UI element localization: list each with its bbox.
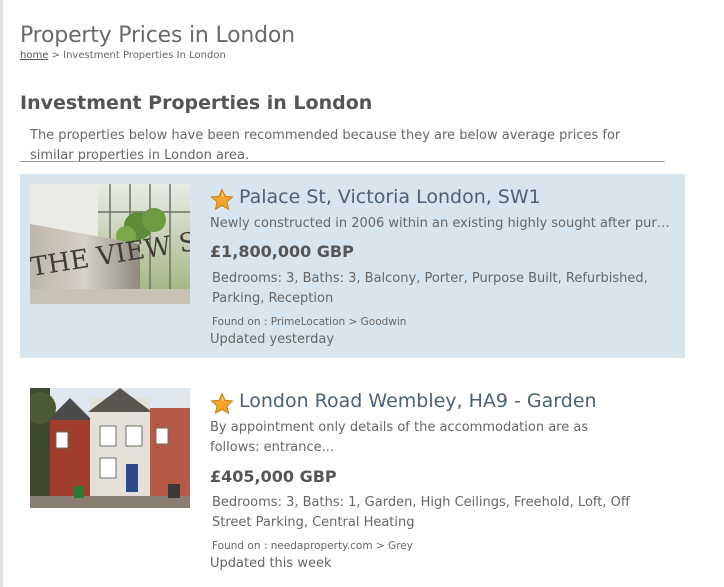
listing-description: Newly constructed in 2006 within an exis… (210, 216, 675, 231)
page-title: Property Prices in London (20, 22, 295, 48)
breadcrumb-current: Investment Properties In London (63, 50, 226, 61)
listing-item[interactable]: London Road Wembley, HA9 - Garden By app… (20, 378, 685, 587)
intro-text: The properties below have been recommend… (30, 128, 621, 163)
section-title: Investment Properties in London (20, 91, 373, 114)
listing-title[interactable]: Palace St, Victoria London, SW1 (239, 186, 541, 208)
listing-updated: Updated yesterday (210, 332, 335, 347)
listing-photo[interactable]: THE VIEW SW1 (30, 184, 190, 304)
page-left-border (0, 0, 3, 587)
star-icon[interactable] (210, 188, 234, 212)
star-icon[interactable] (210, 392, 234, 416)
breadcrumb-home-link[interactable]: home (20, 50, 48, 61)
divider (20, 161, 665, 162)
listing-price: £405,000 GBP (210, 467, 337, 486)
listing-features: Bedrooms: 3, Baths: 1, Garden, High Ceil… (212, 495, 630, 530)
listing-source: Found on : needaproperty.com > Grey (212, 540, 413, 552)
listing-features: Bedrooms: 3, Baths: 3, Balcony, Porter, … (212, 271, 648, 306)
breadcrumb-separator: > (51, 50, 60, 61)
listing-updated: Updated this week (210, 556, 332, 571)
listing-description: By appointment only details of the accom… (210, 420, 589, 455)
listing-item[interactable]: THE VIEW SW1 Palace St, Victoria London,… (20, 174, 685, 358)
listing-photo[interactable] (30, 388, 190, 508)
listing-title[interactable]: London Road Wembley, HA9 - Garden (239, 390, 597, 412)
listing-source: Found on : PrimeLocation > Goodwin (212, 316, 407, 328)
listing-price: £1,800,000 GBP (210, 242, 354, 261)
breadcrumb: home > Investment Properties In London (20, 50, 226, 61)
